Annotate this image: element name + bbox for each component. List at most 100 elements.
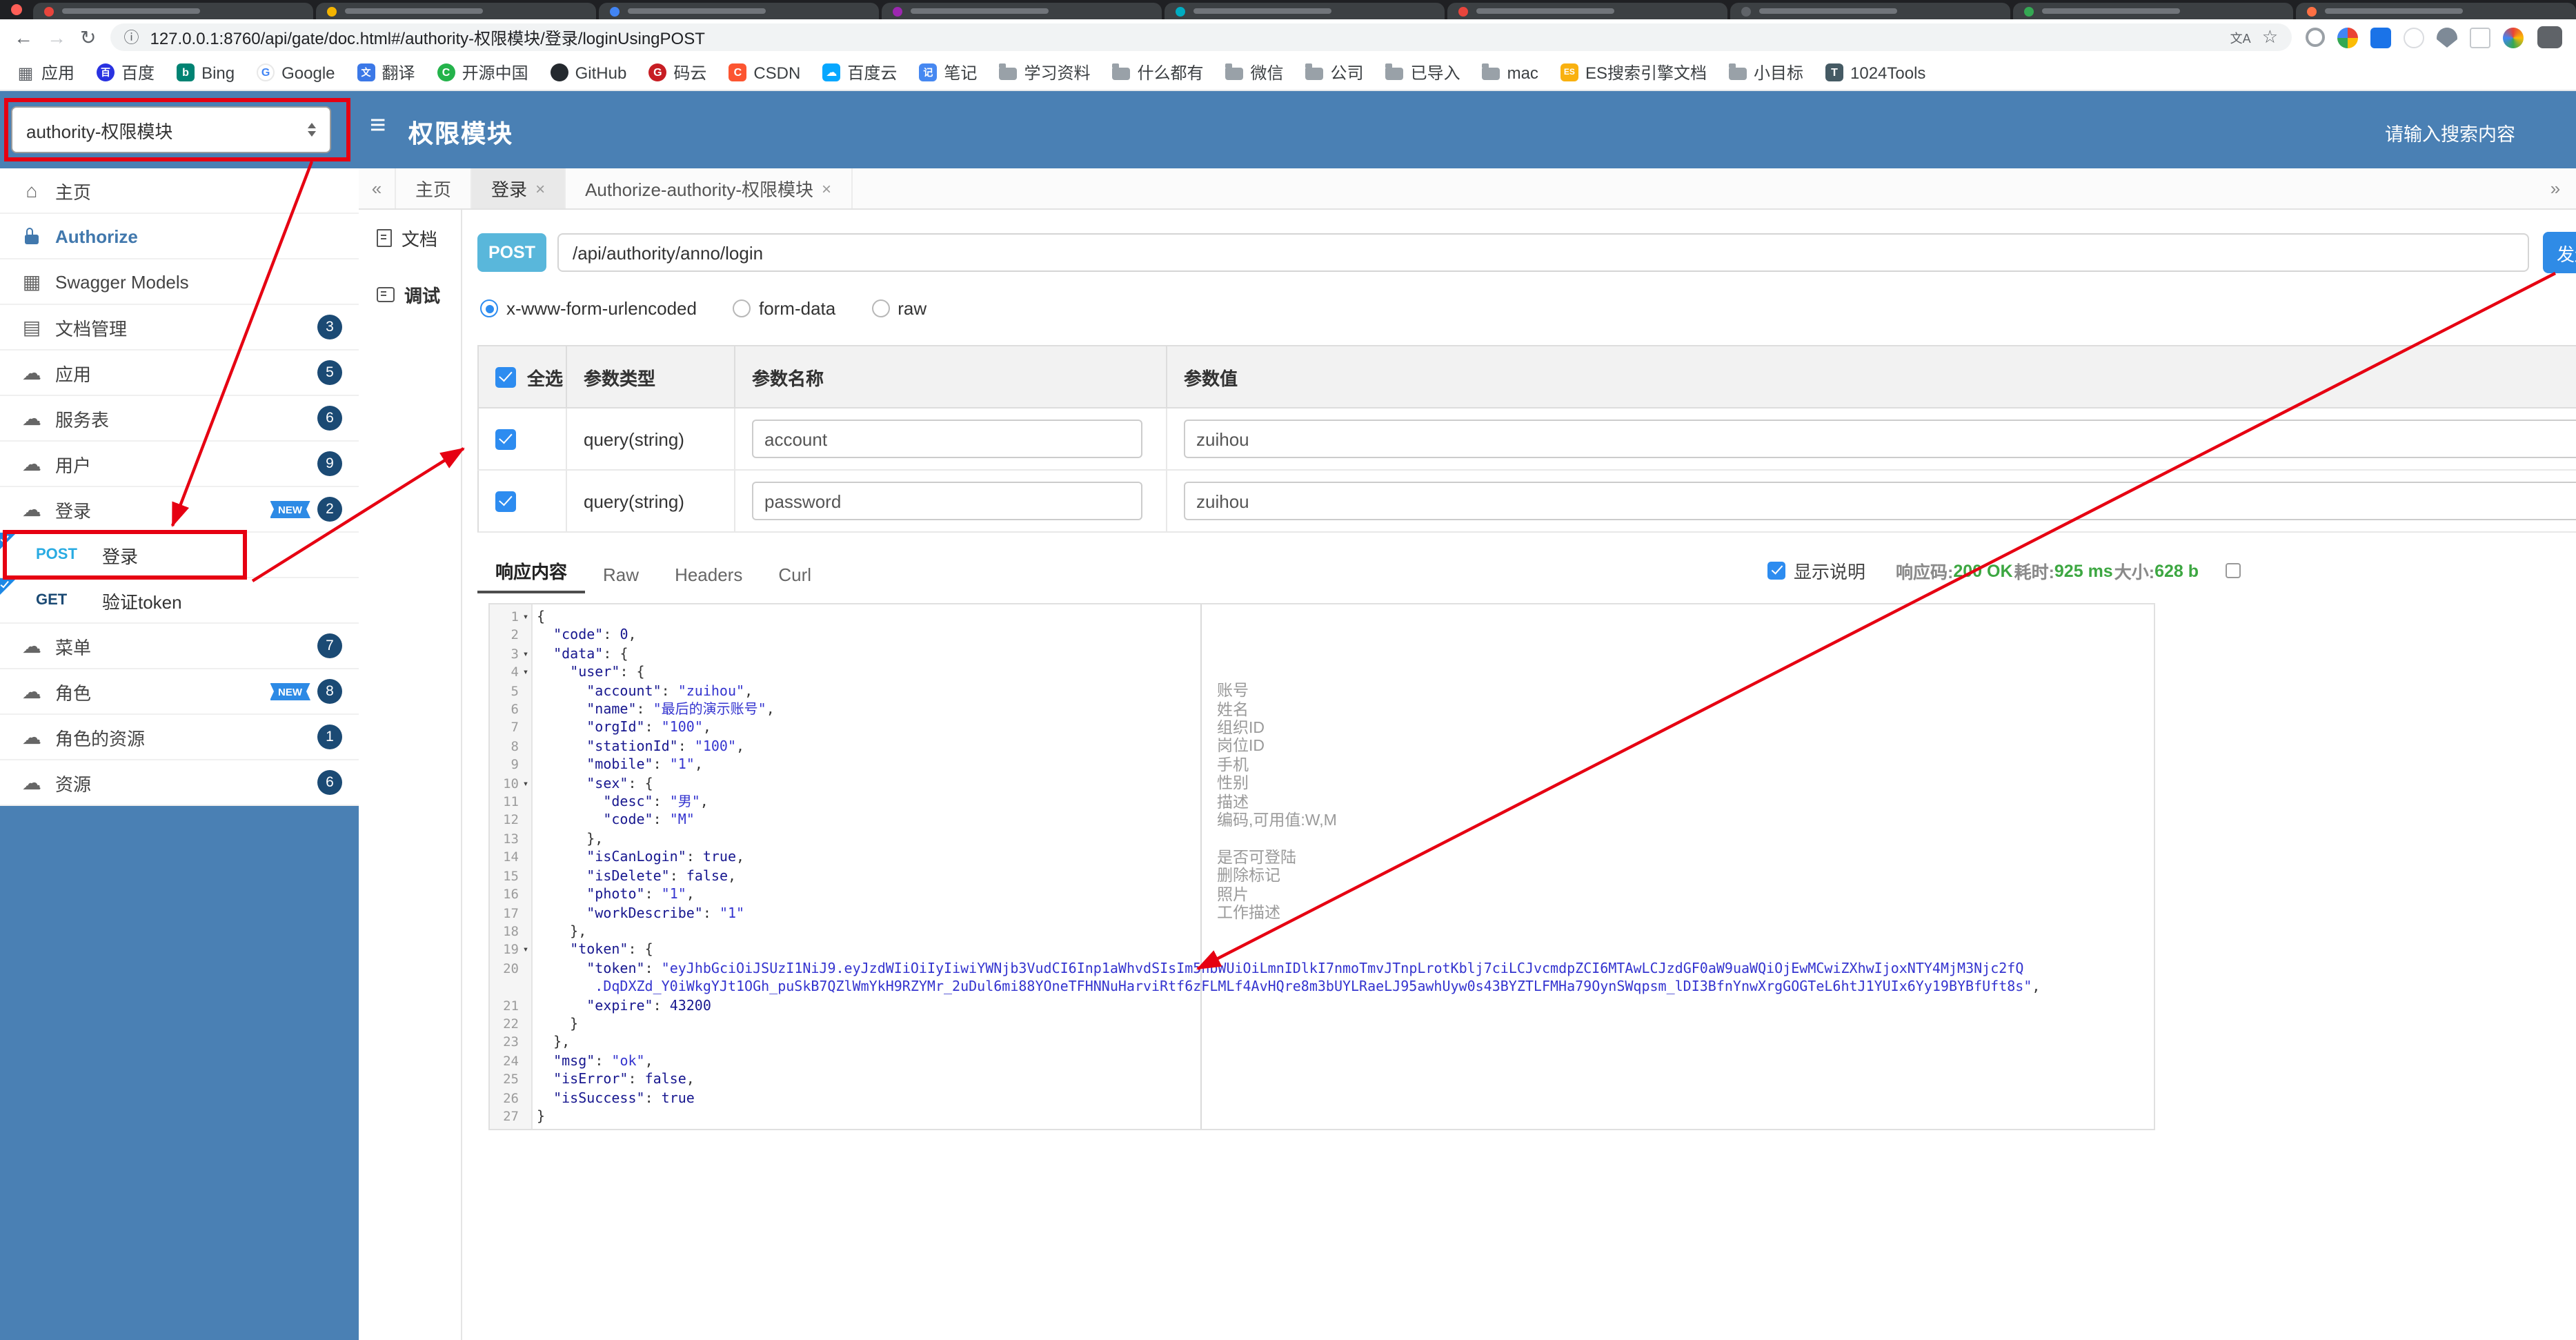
content-type-radio-x-www-form-urlencoded[interactable]: x-www-form-urlencoded (480, 298, 697, 319)
doc-tab-Authorize-authority-权限模块[interactable]: Authorize-authority-权限模块 × (566, 168, 853, 208)
sidebar-item-服务表[interactable]: ☁ 服务表 6 (0, 396, 359, 442)
browser-tab[interactable] (33, 3, 313, 19)
fold-toggle-icon[interactable]: ▾ (519, 664, 533, 682)
sidebar-item-Swagger Models[interactable]: ▦ Swagger Models (0, 259, 359, 305)
sidebar-item-角色的资源[interactable]: ☁ 角色的资源 1 (0, 715, 359, 760)
response-tab-Curl[interactable]: Curl (760, 558, 829, 593)
browser-tab[interactable] (2013, 3, 2293, 19)
bookmark-开源中国[interactable]: 开源中国 (437, 61, 528, 84)
back-icon[interactable]: ← (14, 28, 33, 47)
bookmark-翻译[interactable]: 翻译 (357, 61, 415, 84)
bookmark-Bing[interactable]: Bing (177, 63, 235, 82)
close-tab-icon[interactable]: × (535, 179, 545, 198)
shield-extension-icon[interactable] (2437, 27, 2457, 48)
google-extension-icon[interactable] (2337, 27, 2358, 48)
param-value-input[interactable] (1184, 420, 2576, 458)
bookmark-百度云[interactable]: 百度云 (822, 61, 897, 84)
fold-toggle-icon[interactable]: ▾ (519, 646, 533, 664)
bookmarks-bar: 应用百度 Bing Google 翻译开源中国 GitHub 码云 CSDN 百度云笔记学习资… (0, 55, 2576, 91)
fullscreen-icon[interactable] (2225, 563, 2240, 578)
sidebar-item-资源[interactable]: ☁ 资源 6 (0, 760, 359, 806)
menu-toggle-icon[interactable]: ≡ (370, 110, 386, 142)
bookmark-笔记[interactable]: 笔记 (919, 61, 977, 84)
extension-icon[interactable] (2470, 27, 2490, 48)
endpoint-input[interactable]: /api/authority/anno/login (557, 233, 2529, 272)
sidebar-item-Authorize[interactable]: Authorize (0, 214, 359, 259)
send-button[interactable]: 发送 (2543, 232, 2576, 273)
translate-icon (357, 63, 375, 81)
doc-tab-登录[interactable]: 登录 × (472, 168, 566, 208)
bookmark-学习资料[interactable]: 学习资料 (999, 61, 1090, 84)
sidebar-item-登录[interactable]: ☁ 登录 NEW 2 (0, 487, 359, 533)
sidebar-item-菜单[interactable]: ☁ 菜单 7 (0, 624, 359, 669)
content-type-radio-form-data[interactable]: form-data (732, 298, 835, 319)
response-tab-Raw[interactable]: Raw (585, 558, 657, 593)
sidebar-item-应用[interactable]: ☁ 应用 5 (0, 351, 359, 396)
content-type-radio-raw[interactable]: raw (871, 298, 927, 319)
extension-icon[interactable] (2404, 27, 2424, 48)
tabs-collapse-left-icon[interactable]: « (359, 168, 395, 208)
extension-icon[interactable] (2503, 27, 2524, 48)
header-search-input[interactable]: 请输入搜索内容 (2385, 119, 2515, 146)
browser-tab[interactable] (1447, 3, 1727, 19)
extension-icon[interactable] (2306, 28, 2325, 47)
site-info-icon[interactable]: ⓘ (123, 26, 139, 48)
bookmark-Google[interactable]: Google (257, 63, 335, 82)
extension-icon[interactable] (2370, 27, 2391, 48)
profile-avatar[interactable] (2537, 26, 2562, 48)
param-checkbox[interactable] (495, 491, 516, 511)
bookmark-小目标[interactable]: 小目标 (1728, 61, 1803, 84)
bookmark-star-icon[interactable]: ☆ (2262, 26, 2278, 48)
select-all-checkbox[interactable] (495, 366, 516, 387)
doc-tab-主页[interactable]: 主页 (395, 168, 473, 208)
close-tab-icon[interactable]: × (822, 179, 831, 198)
inner-menu-文档[interactable]: 文档 (359, 210, 461, 266)
browser-tab[interactable] (1165, 3, 1445, 19)
tab-favicon (1176, 6, 1185, 16)
browser-tab[interactable] (882, 3, 1162, 19)
bookmark-CSDN[interactable]: CSDN (729, 63, 800, 82)
reload-icon[interactable]: ↻ (80, 28, 96, 47)
bookmark-公司[interactable]: 公司 (1305, 61, 1364, 84)
address-bar[interactable]: ⓘ 127.0.0.1:8760/api/gate/doc.html#/auth… (110, 23, 2292, 51)
bookmark-微信[interactable]: 微信 (1225, 61, 1284, 84)
service-select[interactable]: authority-权限模块 (11, 106, 331, 153)
json-line: 24 "msg": "ok", (490, 1053, 2154, 1072)
inner-menu-调试[interactable]: 调试 (359, 266, 461, 323)
sidebar-item-角色[interactable]: ☁ 角色 NEW 8 (0, 669, 359, 715)
fold-toggle-icon[interactable]: ▾ (519, 942, 533, 960)
browser-tab[interactable] (2296, 3, 2576, 19)
fold-toggle-icon[interactable]: ▾ (519, 609, 533, 627)
param-name-input[interactable] (752, 420, 1142, 458)
sidebar-api-验证token[interactable]: GET 验证token (0, 578, 359, 624)
param-value-input[interactable] (1184, 482, 2576, 520)
browser-tab[interactable] (599, 3, 879, 19)
bookmark-已导入[interactable]: 已导入 (1385, 61, 1460, 84)
sidebar-api-登录[interactable]: POST 登录 (0, 533, 359, 578)
sidebar-item-主页[interactable]: ⌂ 主页 (0, 168, 359, 214)
sidebar-item-label: 菜单 (55, 637, 92, 658)
bookmark-码云[interactable]: 码云 (648, 61, 706, 84)
response-tab-响应内容[interactable]: 响应内容 (477, 555, 586, 593)
bookmark-ES搜索引擎文档[interactable]: ES搜索引擎文档 (1560, 61, 1707, 84)
param-checkbox[interactable] (495, 428, 516, 449)
sidebar-item-文档管理[interactable]: ▤ 文档管理 3 (0, 305, 359, 351)
browser-tab[interactable] (1730, 3, 2010, 19)
show-desc-checkbox[interactable] (1767, 562, 1785, 580)
bookmark-GitHub[interactable]: GitHub (550, 63, 626, 82)
forward-icon[interactable]: → (47, 28, 66, 47)
response-tab-Headers[interactable]: Headers (657, 558, 760, 593)
tabs-collapse-right-icon[interactable]: » (2537, 168, 2573, 208)
bookmark-百度[interactable]: 百度 (97, 61, 155, 84)
bookmark-1024Tools[interactable]: 1024Tools (1825, 63, 1925, 82)
sidebar-item-用户[interactable]: ☁ 用户 9 (0, 442, 359, 487)
json-line: 17 "workDescribe": "1" 工作描述 (490, 905, 2154, 923)
fold-toggle-icon[interactable]: ▾ (519, 775, 533, 793)
bookmark-mac[interactable]: mac (1482, 63, 1538, 82)
browser-tab[interactable] (316, 3, 596, 19)
param-name-input[interactable] (752, 482, 1142, 520)
translate-icon[interactable]: 文A (2230, 28, 2251, 46)
bookmark-应用[interactable]: 应用 (17, 61, 75, 84)
window-close-button[interactable] (11, 4, 22, 15)
bookmark-什么都有[interactable]: 什么都有 (1112, 61, 1204, 84)
